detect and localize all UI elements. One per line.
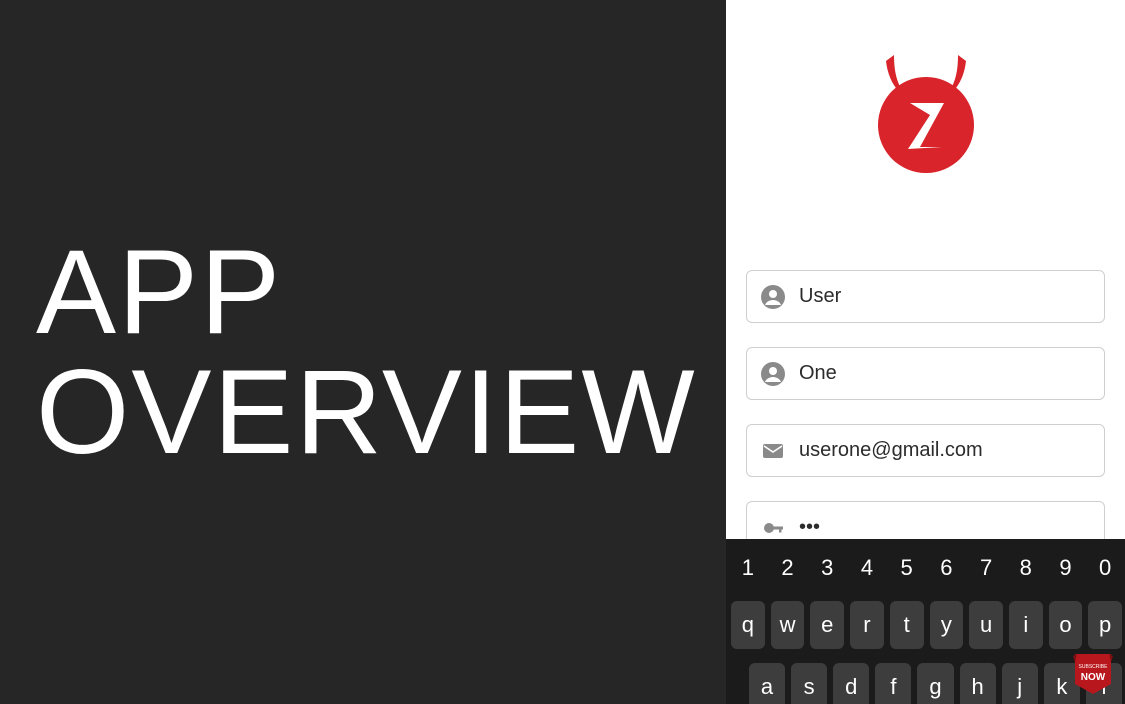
key-3[interactable]: 3: [808, 549, 846, 587]
key-a[interactable]: a: [749, 663, 785, 704]
app-logo-icon: [870, 55, 982, 175]
key-icon: [761, 516, 785, 540]
person-icon: [761, 362, 785, 386]
password-value: •••: [799, 516, 820, 539]
key-u[interactable]: u: [969, 601, 1003, 649]
key-8[interactable]: 8: [1007, 549, 1045, 587]
key-s[interactable]: s: [791, 663, 827, 704]
key-y[interactable]: y: [930, 601, 964, 649]
badge-line2: NOW: [1081, 672, 1106, 683]
key-t[interactable]: t: [890, 601, 924, 649]
key-h[interactable]: h: [960, 663, 996, 704]
email-value: userone@gmail.com: [799, 439, 983, 462]
key-1[interactable]: 1: [729, 549, 767, 587]
keyboard-letter-row-1: q w e r t y u i o p: [726, 601, 1125, 649]
key-o[interactable]: o: [1049, 601, 1083, 649]
stage: APP OVERVIEW User: [0, 0, 1125, 704]
signup-form: User One userone@gmail.com •••: [726, 270, 1125, 554]
phone-panel: User One userone@gmail.com •••: [726, 0, 1125, 704]
last-name-value: One: [799, 362, 837, 385]
key-r[interactable]: r: [850, 601, 884, 649]
key-w[interactable]: w: [771, 601, 805, 649]
key-2[interactable]: 2: [769, 549, 807, 587]
last-name-field[interactable]: One: [746, 347, 1105, 400]
key-4[interactable]: 4: [848, 549, 886, 587]
first-name-field[interactable]: User: [746, 270, 1105, 323]
key-6[interactable]: 6: [928, 549, 966, 587]
key-e[interactable]: e: [810, 601, 844, 649]
first-name-value: User: [799, 285, 841, 308]
page-title: APP OVERVIEW: [36, 232, 726, 472]
mail-icon: [761, 439, 785, 463]
logo-container: [726, 55, 1125, 175]
key-9[interactable]: 9: [1047, 549, 1085, 587]
key-i[interactable]: i: [1009, 601, 1043, 649]
key-7[interactable]: 7: [967, 549, 1005, 587]
keyboard-letter-row-2: a s d f g h j k l: [726, 663, 1125, 704]
key-q[interactable]: q: [731, 601, 765, 649]
email-field[interactable]: userone@gmail.com: [746, 424, 1105, 477]
key-5[interactable]: 5: [888, 549, 926, 587]
keyboard-number-row: 1 2 3 4 5 6 7 8 9 0: [726, 549, 1125, 587]
key-p[interactable]: p: [1088, 601, 1122, 649]
key-d[interactable]: d: [833, 663, 869, 704]
key-g[interactable]: g: [917, 663, 953, 704]
soft-keyboard[interactable]: 1 2 3 4 5 6 7 8 9 0 q w e r t y u i o: [726, 539, 1125, 704]
badge-line1: SUBSCRIBE: [1079, 664, 1109, 670]
subscribe-now-badge[interactable]: SUBSCRIBE NOW: [1073, 654, 1113, 698]
key-j[interactable]: j: [1002, 663, 1038, 704]
person-icon: [761, 285, 785, 309]
key-f[interactable]: f: [875, 663, 911, 704]
left-panel: APP OVERVIEW: [0, 0, 726, 704]
key-0[interactable]: 0: [1086, 549, 1124, 587]
